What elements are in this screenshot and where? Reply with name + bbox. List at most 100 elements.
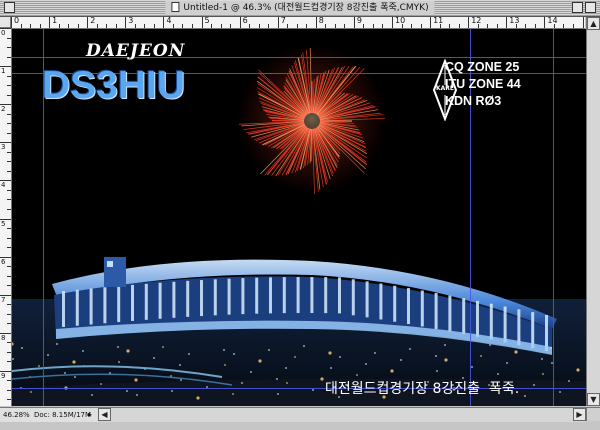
title-bar[interactable]: Untitled-1 @ 46.3% (대전월드컵경기장 8강진출 폭죽,CMY…: [0, 0, 600, 17]
ruler-number: 9: [1, 371, 6, 380]
ruler-tick: [7, 389, 11, 391]
stadium-column: [117, 286, 121, 323]
window-title-text: Untitled-1 @ 46.3% (대전월드컵경기장 8강진출 폭죽,CMY…: [183, 3, 429, 13]
ruler-tick: [334, 24, 336, 28]
stadium-column: [75, 289, 79, 326]
ruler-tick: [144, 24, 146, 28]
zoom-level[interactable]: 46.28%: [3, 408, 30, 422]
ruler-tick: [134, 24, 136, 28]
ruler-tick: [7, 266, 11, 268]
ruler-number: 8: [318, 17, 324, 25]
scroll-right-icon[interactable]: ▶: [573, 408, 586, 421]
ruler-tick: [7, 132, 11, 134]
city-name: DAEJEON: [86, 41, 186, 61]
ruler-tick: [296, 24, 298, 28]
stadium-column: [310, 277, 314, 314]
ruler-tick: [449, 24, 451, 28]
city-light: [126, 349, 130, 353]
info-line-itu: ITU ZONE 44: [445, 77, 521, 91]
window-title: Untitled-1 @ 46.3% (대전월드컵경기장 8강진출 폭죽,CMY…: [165, 1, 435, 15]
ruler-number: 2: [90, 17, 96, 25]
ruler-tick: [0, 370, 11, 372]
city-light: [268, 349, 270, 351]
ruler-tick: [544, 17, 546, 28]
city-light: [56, 343, 58, 345]
resize-handle-icon[interactable]: [586, 407, 600, 421]
city-light: [277, 393, 279, 395]
stadium-column: [393, 285, 397, 322]
stadium-column: [144, 283, 148, 320]
ruler-tick: [0, 256, 11, 258]
city-light: [497, 373, 499, 375]
ruler-number: 14: [547, 17, 558, 25]
ruler-tick: [87, 17, 89, 28]
city-light: [82, 350, 84, 352]
city-light: [568, 380, 570, 382]
stadium-column: [420, 290, 424, 327]
ruler-tick: [382, 24, 384, 28]
ruler-tick: [106, 24, 108, 28]
city-light: [91, 394, 93, 396]
stadium-column: [531, 312, 535, 349]
vertical-ruler[interactable]: 0 1 2 3 4 5 6 7 8 9: [0, 28, 12, 406]
zoom-box-icon[interactable]: [572, 2, 583, 13]
document-size[interactable]: Doc: 8.15M/17M: [34, 408, 91, 422]
image-canvas[interactable]: DAEJEON DS3HIU KARL CQ ZONE 25 ITU ZONE …: [12, 29, 586, 406]
ruler-tick: [0, 180, 11, 182]
stadium-column: [158, 282, 162, 319]
city-light: [233, 353, 235, 355]
city-light: [30, 391, 32, 393]
ruler-tick: [0, 66, 11, 68]
scroll-down-icon[interactable]: ▼: [587, 393, 600, 406]
close-box-icon[interactable]: [4, 2, 15, 13]
document-icon: [171, 2, 180, 12]
city-light: [312, 389, 314, 391]
horizontal-scrollbar[interactable]: ◀ ▶: [98, 407, 586, 422]
ruler-tick: [392, 17, 393, 28]
ruler-tick: [7, 304, 11, 306]
ruler-tick: [58, 24, 60, 28]
city-light: [330, 367, 332, 369]
city-light: [489, 344, 491, 346]
ruler-tick: [477, 24, 479, 28]
ruler-tick: [182, 24, 184, 28]
photo-caption: 대전월드컵경기장 8강진출 폭죽.: [325, 381, 520, 397]
ruler-tick: [7, 313, 11, 315]
stadium-column: [103, 287, 107, 324]
status-bar: 46.28% Doc: 8.15M/17M ▸: [0, 407, 98, 422]
city-light: [294, 356, 296, 358]
collapse-box-icon[interactable]: [585, 2, 596, 13]
horizontal-ruler[interactable]: 0 1 2 3 4 5 6 7 8 9 10 11 12 13 14: [11, 17, 585, 29]
ruler-tick: [7, 275, 11, 277]
stadium-column: [545, 315, 548, 351]
ruler-number: 10: [395, 17, 406, 25]
ruler-number: 3: [128, 17, 134, 25]
scroll-left-icon[interactable]: ◀: [98, 408, 111, 421]
ruler-tick: [68, 24, 70, 28]
status-menu-icon[interactable]: ▸: [88, 408, 92, 422]
ruler-tick: [411, 24, 413, 28]
ruler-tick: [96, 24, 98, 28]
scroll-up-icon[interactable]: ▲: [587, 17, 600, 30]
city-light: [74, 376, 76, 378]
ruler-number: 2: [1, 105, 6, 114]
ruler-tick: [553, 24, 555, 28]
ruler-tick: [277, 17, 279, 28]
ruler-tick: [363, 24, 365, 28]
ruler-number: 6: [1, 257, 6, 266]
ruler-number: 9: [356, 17, 362, 25]
ruler-tick: [7, 199, 11, 201]
city-light: [285, 367, 287, 369]
city-light: [542, 373, 544, 375]
ruler-tick: [439, 24, 441, 28]
ruler-tick: [7, 56, 11, 58]
city-light: [232, 393, 234, 395]
ruler-origin[interactable]: [0, 17, 11, 28]
city-light: [64, 372, 66, 374]
ruler-tick: [7, 208, 11, 210]
ruler-tick: [534, 24, 536, 28]
guide-vertical[interactable]: [553, 29, 554, 406]
ruler-tick: [344, 24, 346, 28]
city-light: [480, 355, 482, 357]
vertical-scrollbar[interactable]: ▲ ▼: [586, 17, 600, 406]
